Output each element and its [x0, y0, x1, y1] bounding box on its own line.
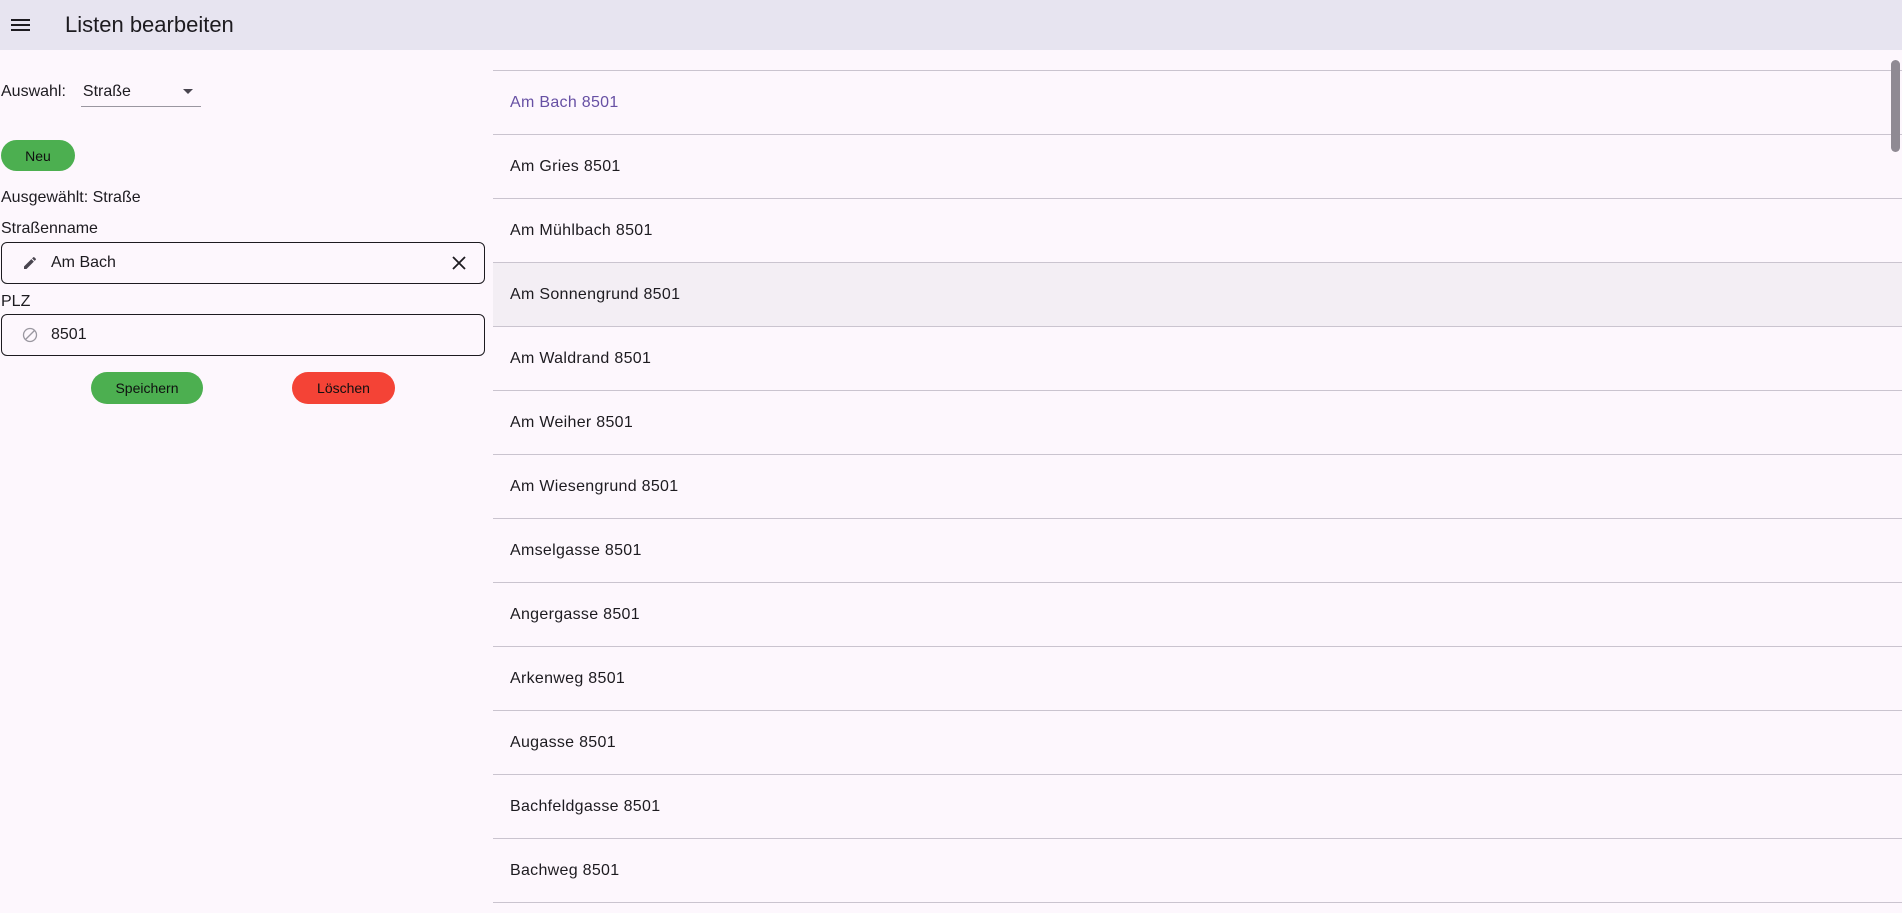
list-item[interactable]: Bachfeldgasse 8501 — [493, 775, 1902, 839]
app-bar: Listen bearbeiten — [0, 0, 1902, 50]
list-item[interactable]: Arkenweg 8501 — [493, 647, 1902, 711]
list-item[interactable]: Am Weiher 8501 — [493, 391, 1902, 455]
list-item[interactable]: Angergasse 8501 — [493, 583, 1902, 647]
list-item[interactable]: Am Sonnengrund 8501 — [493, 263, 1902, 327]
street-name-label: Straßenname — [1, 220, 98, 237]
clear-icon[interactable] — [444, 248, 474, 278]
auswahl-row: Auswahl: Straße — [1, 77, 201, 107]
plz-label: PLZ — [1, 293, 31, 310]
street-name-value: Am Bach — [51, 254, 116, 271]
pencil-icon — [21, 254, 39, 272]
plz-field[interactable]: 8501 — [1, 314, 485, 356]
list-item[interactable]: Am Wiesengrund 8501 — [493, 455, 1902, 519]
auswahl-value: Straße — [82, 82, 131, 100]
save-button[interactable]: Speichern — [91, 372, 203, 404]
delete-button[interactable]: Löschen — [292, 372, 395, 404]
list-item[interactable]: Amselgasse 8501 — [493, 519, 1902, 583]
dropdown-arrow-icon — [182, 89, 193, 94]
street-name-field[interactable]: Am Bach — [1, 242, 485, 284]
new-button[interactable]: Neu — [1, 140, 75, 171]
edit-panel: Auswahl: Straße Neu Ausgewählt: Straße S… — [0, 50, 492, 913]
list-item[interactable]: Am Mühlbach 8501 — [493, 199, 1902, 263]
list-item[interactable]: Am Gries 8501 — [493, 135, 1902, 199]
auswahl-label: Auswahl: — [1, 83, 66, 100]
list-item[interactable]: Am Waldrand 8501 — [493, 327, 1902, 391]
auswahl-dropdown[interactable]: Straße — [80, 77, 201, 107]
list-item[interactable]: Bachweg 8501 — [493, 839, 1902, 903]
menu-icon — [10, 19, 30, 31]
list-scrollbar[interactable] — [1890, 60, 1900, 913]
block-icon — [21, 326, 39, 344]
selected-info: Ausgewählt: Straße — [1, 189, 141, 206]
list-item[interactable]: Am Bach 8501 — [493, 71, 1902, 135]
menu-button[interactable] — [0, 5, 40, 45]
page-title: Listen bearbeiten — [65, 12, 234, 37]
list-item[interactable]: Augasse 8501 — [493, 711, 1902, 775]
plz-value: 8501 — [51, 326, 87, 343]
scrollbar-thumb[interactable] — [1891, 60, 1900, 152]
street-list: Am Bach 8501 Am Gries 8501 Am Mühlbach 850… — [493, 50, 1902, 913]
